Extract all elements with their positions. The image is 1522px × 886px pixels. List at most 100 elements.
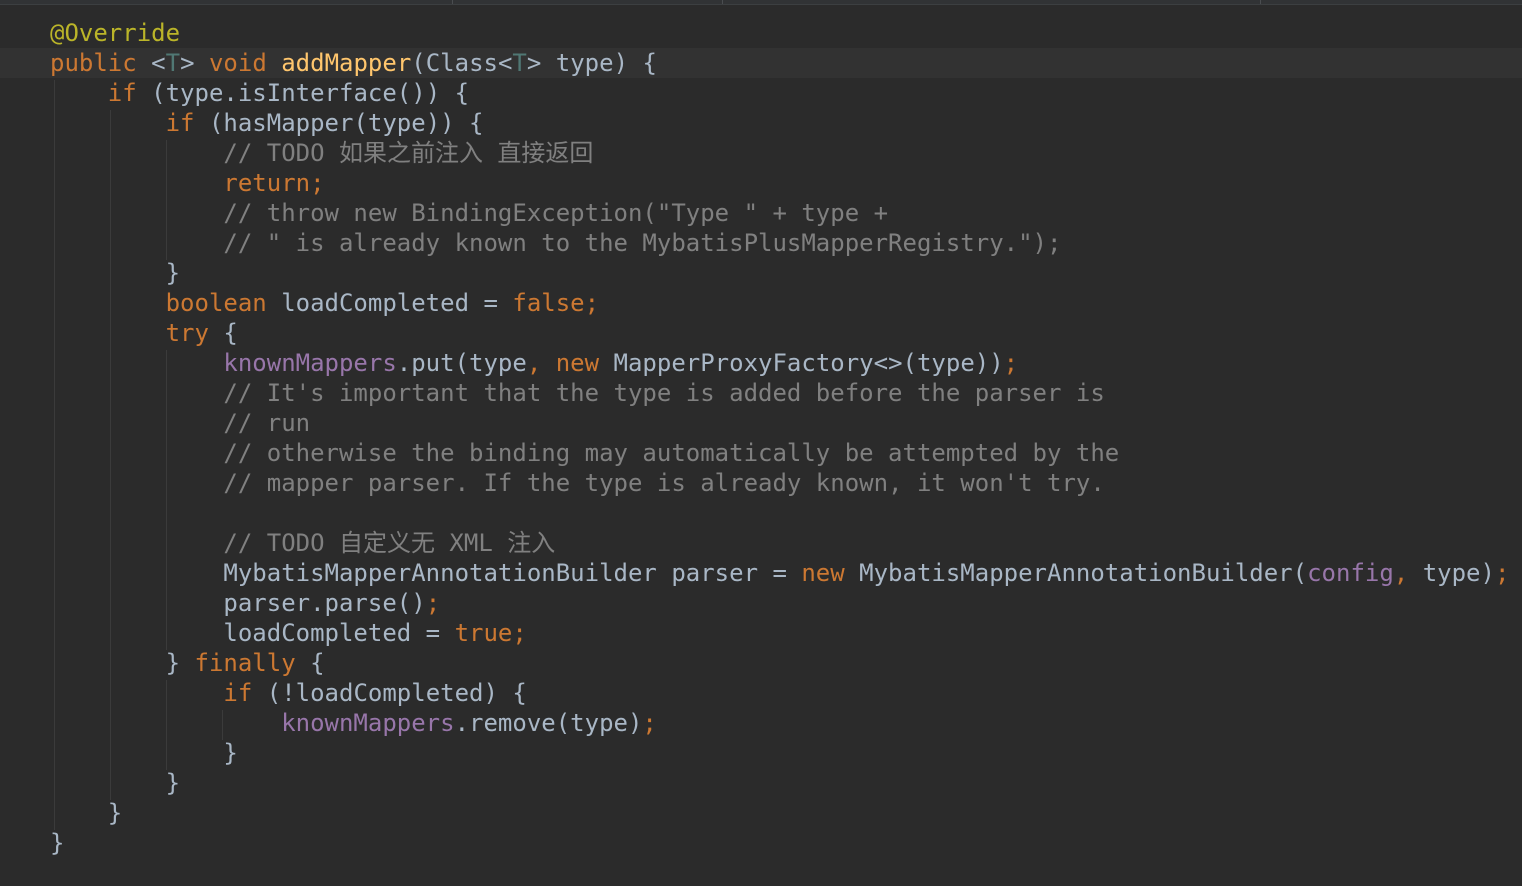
code-token: knownMappers xyxy=(223,349,397,377)
code-line[interactable]: return; xyxy=(50,168,1509,198)
code-line[interactable]: // run xyxy=(50,408,1509,438)
code-line[interactable]: } xyxy=(50,828,1509,858)
code-content[interactable]: @Override public <T> void addMapper(Class… xyxy=(50,18,1509,858)
code-token: new xyxy=(801,559,860,587)
code-token: MybatisMapperAnnotationBuilder parser = xyxy=(50,559,802,587)
code-token: false; xyxy=(512,289,600,317)
code-line[interactable]: try { xyxy=(50,318,1509,348)
code-token: (hasMapper(type)) { xyxy=(208,109,484,137)
code-token: finally xyxy=(194,649,311,677)
code-token: { xyxy=(223,319,238,347)
code-line[interactable]: } xyxy=(50,768,1509,798)
ruler-tick xyxy=(1260,0,1261,4)
code-token: config xyxy=(1307,559,1394,587)
code-line[interactable]: boolean loadCompleted = false; xyxy=(50,288,1509,318)
code-line[interactable]: } xyxy=(50,258,1509,288)
code-token: T xyxy=(165,49,181,77)
code-line[interactable]: } xyxy=(50,798,1509,828)
code-line[interactable]: // It's important that the type is added… xyxy=(50,378,1509,408)
code-token: // TODO 如果之前注入 直接返回 xyxy=(223,139,594,167)
code-token: (!loadCompleted) { xyxy=(266,679,527,707)
code-token: } xyxy=(50,649,195,677)
code-line[interactable]: knownMappers.remove(type); xyxy=(50,708,1509,738)
code-token: // run xyxy=(223,409,311,437)
code-token: } xyxy=(50,769,181,797)
code-line[interactable]: knownMappers.put(type, new MapperProxyFa… xyxy=(50,348,1509,378)
code-token: boolean xyxy=(165,289,282,317)
code-token: addMapper xyxy=(281,49,412,77)
code-line[interactable]: // throw new BindingException("Type " + … xyxy=(50,198,1509,228)
code-token: } xyxy=(50,799,123,827)
code-token: // TODO 自定义无 XML 注入 xyxy=(223,529,556,557)
code-line[interactable]: // TODO 如果之前注入 直接返回 xyxy=(50,138,1509,168)
code-line[interactable]: // otherwise the binding may automatical… xyxy=(50,438,1509,468)
code-token: MybatisMapperAnnotationBuilder( xyxy=(859,559,1308,587)
code-line[interactable]: if (!loadCompleted) { xyxy=(50,678,1509,708)
code-line[interactable]: MybatisMapperAnnotationBuilder parser = … xyxy=(50,558,1509,588)
editor-top-ruler xyxy=(0,0,1522,5)
code-token: ; xyxy=(1494,559,1510,587)
code-token: .put(type xyxy=(396,349,527,377)
code-token: ; xyxy=(1003,349,1019,377)
code-token: if xyxy=(223,679,267,707)
ruler-tick xyxy=(452,0,453,4)
ruler-tick xyxy=(722,0,723,4)
code-token: ; xyxy=(642,709,657,737)
code-line[interactable]: public <T> void addMapper(Class<T> type)… xyxy=(50,48,1509,78)
code-line[interactable]: @Override xyxy=(50,18,1509,48)
code-line[interactable]: if (type.isInterface()) { xyxy=(50,78,1509,108)
code-line[interactable]: // TODO 自定义无 XML 注入 xyxy=(50,528,1509,558)
code-token: loadCompleted = xyxy=(281,289,513,317)
code-token: loadCompleted = xyxy=(50,619,455,647)
code-token: type) xyxy=(1422,559,1495,587)
code-editor[interactable]: @Override public <T> void addMapper(Class… xyxy=(0,0,1522,886)
code-token: if xyxy=(165,109,209,137)
code-token: , new xyxy=(526,349,614,377)
code-token: public xyxy=(50,49,152,77)
code-line[interactable]: } xyxy=(50,738,1509,768)
code-token: parser.parse() xyxy=(50,589,426,617)
code-token: true; xyxy=(454,619,527,647)
code-line[interactable]: } finally { xyxy=(50,648,1509,678)
code-line[interactable]: // " is already known to the MybatisPlus… xyxy=(50,228,1509,258)
code-token: // mapper parser. If the type is already… xyxy=(223,469,1105,497)
code-token: try xyxy=(165,319,224,347)
code-line[interactable]: // mapper parser. If the type is already… xyxy=(50,468,1509,498)
code-token: if xyxy=(107,79,152,107)
code-token: > type) { xyxy=(526,49,657,77)
code-token: } xyxy=(50,259,181,287)
code-token: .remove(type) xyxy=(454,709,643,737)
code-token: { xyxy=(310,649,325,677)
code-token: } xyxy=(50,739,238,767)
code-line[interactable]: loadCompleted = true; xyxy=(50,618,1509,648)
code-token: void xyxy=(208,49,282,77)
code-token: < xyxy=(151,49,166,77)
code-token: T xyxy=(512,49,527,77)
code-token: (type.isInterface()) { xyxy=(151,79,470,107)
code-line[interactable]: parser.parse(); xyxy=(50,588,1509,618)
code-token: return; xyxy=(223,169,325,197)
code-token: @Override xyxy=(50,19,181,47)
code-token: ; xyxy=(425,589,441,617)
code-token: (Class< xyxy=(411,49,513,77)
code-token: // " is already known to the MybatisPlus… xyxy=(223,229,1062,257)
code-token: // otherwise the binding may automatical… xyxy=(223,439,1120,467)
code-line[interactable]: if (hasMapper(type)) { xyxy=(50,108,1509,138)
code-line[interactable] xyxy=(50,498,1509,528)
code-token: MapperProxyFactory<>(type)) xyxy=(613,349,1004,377)
